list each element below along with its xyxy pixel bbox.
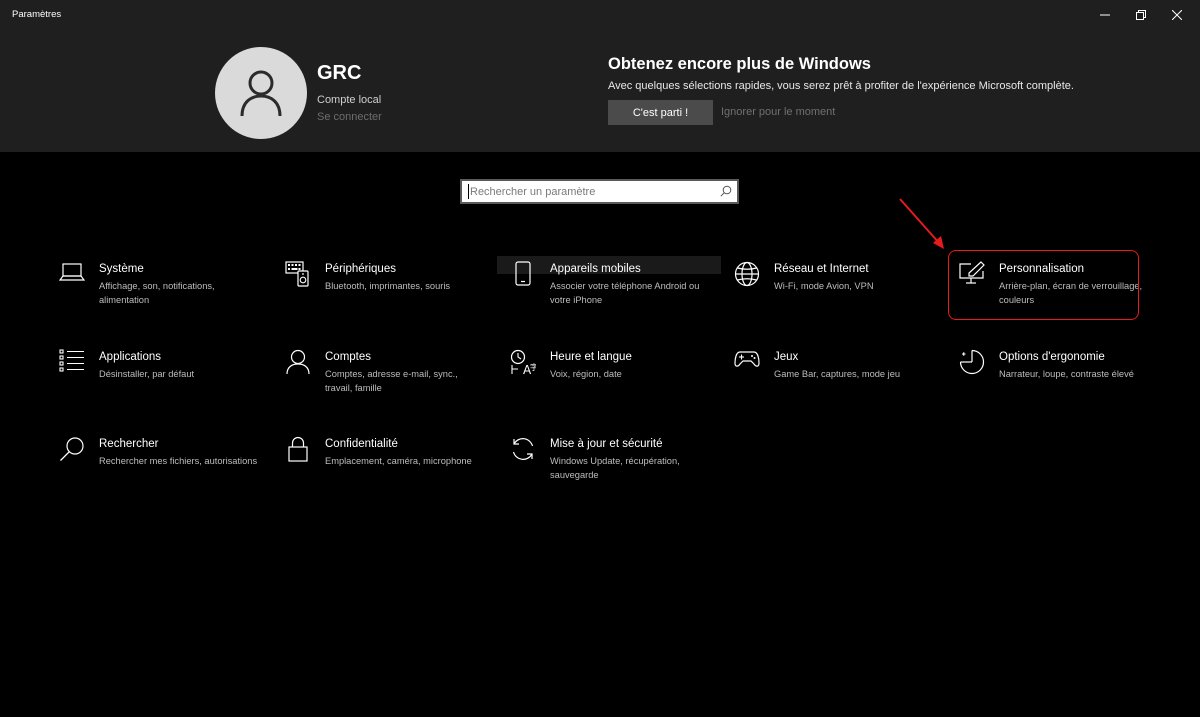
promo-description: Avec quelques sélections rapides, vous s… bbox=[608, 80, 1074, 92]
tile-description: Comptes, adresse e-mail, sync., travail,… bbox=[325, 369, 458, 393]
tile-name: Rechercher bbox=[99, 438, 159, 450]
tile-name: Comptes bbox=[325, 351, 372, 363]
tile-description: Wi-Fi, mode Avion, VPN bbox=[774, 281, 874, 291]
account-type: Compte local bbox=[317, 94, 382, 106]
tile-description: Windows Update, récupération, sauvegarde bbox=[550, 456, 680, 480]
tile-description: Narrateur, loupe, contraste élevé bbox=[999, 369, 1134, 379]
tile-description: Associer votre téléphone Android ou votr… bbox=[550, 281, 700, 305]
svg-text:字: 字 bbox=[530, 362, 536, 372]
restore-icon bbox=[1136, 10, 1146, 20]
search-box[interactable] bbox=[460, 179, 739, 204]
globe-icon bbox=[734, 261, 760, 287]
search-icon[interactable] bbox=[720, 185, 732, 197]
devices-icon bbox=[285, 261, 309, 287]
tile-name: Système bbox=[99, 263, 144, 275]
title-bar: Paramètres bbox=[0, 0, 1200, 30]
tile-description: Rechercher mes fichiers, autorisations bbox=[99, 456, 258, 466]
person-avatar-icon bbox=[240, 70, 282, 117]
tile-mise-a-jour[interactable]: Mise à jour et sécurité Windows Update, … bbox=[509, 436, 709, 496]
search-input[interactable] bbox=[462, 181, 712, 202]
promo-title: Obtenez encore plus de Windows bbox=[608, 55, 871, 73]
annotation-arrow-icon bbox=[899, 198, 944, 249]
tile-name: Appareils mobiles bbox=[550, 263, 641, 275]
text-caret bbox=[468, 184, 469, 199]
minimize-icon bbox=[1100, 14, 1110, 16]
tile-name: Heure et langue bbox=[550, 351, 632, 363]
time-language-icon: A字 bbox=[510, 349, 536, 375]
tile-description: Game Bar, captures, mode jeu bbox=[774, 369, 901, 379]
tile-description: Voix, région, date bbox=[550, 369, 622, 379]
tile-name: Confidentialité bbox=[325, 438, 398, 450]
window-title: Paramètres bbox=[12, 9, 62, 20]
magnifier-icon bbox=[60, 437, 84, 461]
close-icon bbox=[1172, 10, 1182, 20]
tile-name: Mise à jour et sécurité bbox=[550, 438, 663, 450]
tile-peripheriques[interactable]: Périphériques Bluetooth, imprimantes, so… bbox=[284, 261, 484, 321]
person-icon bbox=[286, 349, 310, 375]
tile-description: Emplacement, caméra, microphone bbox=[325, 456, 472, 466]
tile-applications[interactable]: Applications Désinstaller, par défaut bbox=[58, 349, 258, 409]
tile-name: Applications bbox=[99, 351, 162, 363]
tile-confidentialite[interactable]: Confidentialité Emplacement, caméra, mic… bbox=[284, 436, 484, 496]
account-name: GRC bbox=[317, 62, 362, 84]
tile-systeme[interactable]: Système Affichage, son, notifications, a… bbox=[58, 261, 258, 321]
lock-icon bbox=[288, 436, 308, 462]
ease-of-access-icon bbox=[959, 349, 985, 375]
tile-comptes[interactable]: Comptes Comptes, adresse e-mail, sync., … bbox=[284, 349, 484, 409]
tile-description: Bluetooth, imprimantes, souris bbox=[325, 281, 451, 291]
account-header: GRC Compte local Se connecter Obtenez en… bbox=[0, 30, 1200, 152]
signin-link[interactable]: Se connecter bbox=[317, 111, 382, 123]
avatar[interactable] bbox=[215, 47, 307, 139]
tile-name: Réseau et Internet bbox=[774, 263, 869, 275]
tile-name: Options d'ergonomie bbox=[999, 351, 1105, 363]
tile-appareils-mobiles[interactable]: Appareils mobiles Associer votre télépho… bbox=[509, 261, 709, 321]
close-button[interactable] bbox=[1154, 0, 1200, 30]
skip-link[interactable]: Ignorer pour le moment bbox=[721, 106, 835, 118]
tile-name: Jeux bbox=[774, 351, 799, 363]
gamepad-icon bbox=[734, 351, 760, 367]
tile-jeux[interactable]: Jeux Game Bar, captures, mode jeu bbox=[733, 349, 933, 409]
tile-options-ergonomie[interactable]: Options d'ergonomie Narrateur, loupe, co… bbox=[958, 349, 1158, 409]
tile-heure-langue[interactable]: A字 Heure et langue Voix, région, date bbox=[509, 349, 709, 409]
update-icon bbox=[512, 438, 534, 460]
tile-reseau-internet[interactable]: Réseau et Internet Wi-Fi, mode Avion, VP… bbox=[733, 261, 933, 321]
laptop-icon bbox=[59, 263, 85, 281]
get-started-button[interactable]: C'est parti ! bbox=[608, 100, 713, 125]
phone-icon bbox=[515, 261, 531, 286]
highlight-box bbox=[948, 250, 1139, 320]
tile-description: Désinstaller, par défaut bbox=[99, 369, 195, 379]
tile-description: Affichage, son, notifications, alimentat… bbox=[99, 281, 215, 305]
tile-name: Périphériques bbox=[325, 263, 396, 275]
tile-rechercher[interactable]: Rechercher Rechercher mes fichiers, auto… bbox=[58, 436, 258, 496]
apps-list-icon bbox=[59, 349, 84, 372]
